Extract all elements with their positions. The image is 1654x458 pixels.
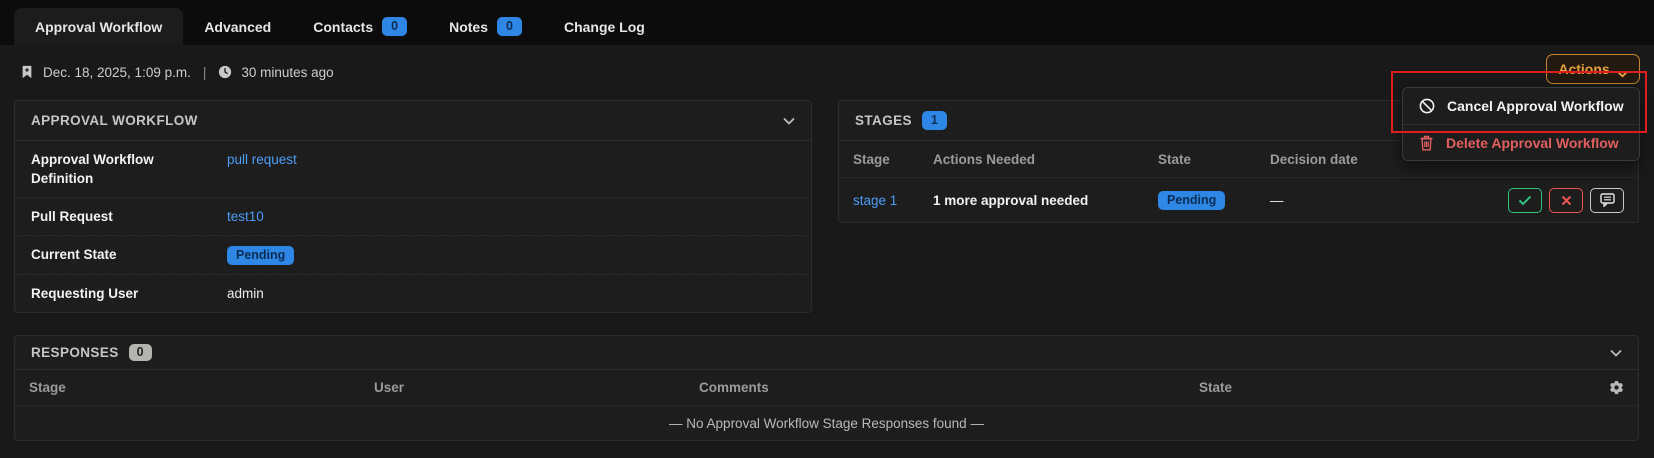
field-label: Requesting User — [31, 284, 227, 303]
actions-button-label: Actions — [1558, 61, 1609, 77]
record-meta-row: Dec. 18, 2025, 1:09 p.m. | 30 minutes ag… — [20, 58, 1654, 86]
tab-change-log[interactable]: Change Log — [543, 8, 666, 45]
tab-label: Approval Workflow — [35, 19, 162, 35]
approval-workflow-definition-link[interactable]: pull request — [227, 152, 297, 167]
approval-workflow-panel-header: APPROVAL WORKFLOW — [15, 101, 811, 141]
table-settings-button[interactable] — [1579, 380, 1624, 395]
x-icon — [1561, 195, 1572, 206]
responses-panel: RESPONSES 0 Stage User Comments State — … — [14, 335, 1639, 441]
column-header-state: State — [1158, 152, 1270, 167]
meta-separator: | — [200, 65, 210, 80]
field-label: Approval Workflow Definition — [31, 150, 227, 188]
collapse-chevron-icon[interactable] — [1610, 344, 1622, 362]
field-label: Pull Request — [31, 207, 227, 226]
column-header-actions-needed: Actions Needed — [933, 152, 1158, 167]
comment-stage-button[interactable] — [1590, 188, 1624, 213]
chevron-down-icon — [1617, 65, 1628, 73]
tab-label: Change Log — [564, 19, 645, 35]
tab-count-badge: 0 — [497, 17, 522, 36]
field-row: Pull Request test10 — [15, 198, 811, 236]
reject-stage-button[interactable] — [1549, 188, 1583, 213]
actions-button[interactable]: Actions — [1546, 54, 1640, 84]
responses-table-header: Stage User Comments State — [15, 370, 1638, 406]
empty-results-message: — No Approval Workflow Stage Responses f… — [15, 406, 1638, 440]
tab-notes[interactable]: Notes 0 — [428, 8, 543, 45]
column-header-state: State — [1199, 380, 1579, 395]
tab-bar: Approval Workflow Advanced Contacts 0 No… — [0, 0, 1654, 45]
panel-title: APPROVAL WORKFLOW — [31, 113, 198, 128]
record-date: Dec. 18, 2025, 1:09 p.m. — [43, 65, 191, 80]
trash-icon — [1419, 135, 1434, 151]
stages-count-badge: 1 — [922, 111, 947, 130]
menu-item-delete-approval-workflow[interactable]: Delete Approval Workflow — [1403, 124, 1639, 160]
field-row: Current State Pending — [15, 236, 811, 275]
menu-item-cancel-approval-workflow[interactable]: Cancel Approval Workflow — [1403, 88, 1639, 124]
approve-stage-button[interactable] — [1508, 188, 1542, 213]
stage-state-badge: Pending — [1158, 191, 1225, 210]
stage-link[interactable]: stage 1 — [853, 193, 897, 208]
ban-icon — [1419, 98, 1435, 114]
field-label: Current State — [31, 245, 227, 264]
tab-label: Notes — [449, 19, 488, 35]
relative-time: 30 minutes ago — [241, 65, 333, 80]
tab-label: Advanced — [204, 19, 271, 35]
tab-contacts[interactable]: Contacts 0 — [292, 8, 428, 45]
actions-dropdown-menu: Cancel Approval Workflow Delete Approval… — [1402, 87, 1640, 161]
approval-workflow-panel: APPROVAL WORKFLOW Approval Workflow Defi… — [14, 100, 812, 313]
bookmark-plus-icon — [20, 65, 34, 79]
responses-count-badge: 0 — [129, 344, 152, 361]
tab-label: Contacts — [313, 19, 373, 35]
menu-item-label: Cancel Approval Workflow — [1447, 98, 1624, 114]
tab-count-badge: 0 — [382, 17, 407, 36]
comment-icon — [1600, 193, 1615, 207]
column-header-stage: Stage — [29, 380, 374, 395]
column-header-stage: Stage — [853, 152, 933, 167]
column-header-user: User — [374, 380, 699, 395]
column-header-comments: Comments — [699, 380, 1199, 395]
tab-advanced[interactable]: Advanced — [183, 8, 292, 45]
requesting-user-value: admin — [227, 284, 264, 303]
stage-actions-needed: 1 more approval needed — [933, 193, 1158, 208]
panel-title: STAGES — [855, 113, 912, 128]
stage-decision-date: — — [1270, 193, 1440, 208]
tab-approval-workflow[interactable]: Approval Workflow — [14, 8, 183, 45]
pull-request-link[interactable]: test10 — [227, 209, 264, 224]
field-row: Requesting User admin — [15, 275, 811, 312]
state-badge: Pending — [227, 246, 294, 265]
gear-icon — [1609, 380, 1624, 395]
stage-table-row: stage 1 1 more approval needed Pending — — [839, 178, 1638, 222]
responses-panel-header: RESPONSES 0 — [15, 336, 1638, 370]
panel-title: RESPONSES — [31, 345, 119, 360]
field-row: Approval Workflow Definition pull reques… — [15, 141, 811, 198]
menu-item-label: Delete Approval Workflow — [1446, 135, 1619, 151]
collapse-chevron-icon[interactable] — [783, 112, 795, 130]
clock-icon — [218, 65, 232, 79]
check-icon — [1518, 195, 1532, 206]
